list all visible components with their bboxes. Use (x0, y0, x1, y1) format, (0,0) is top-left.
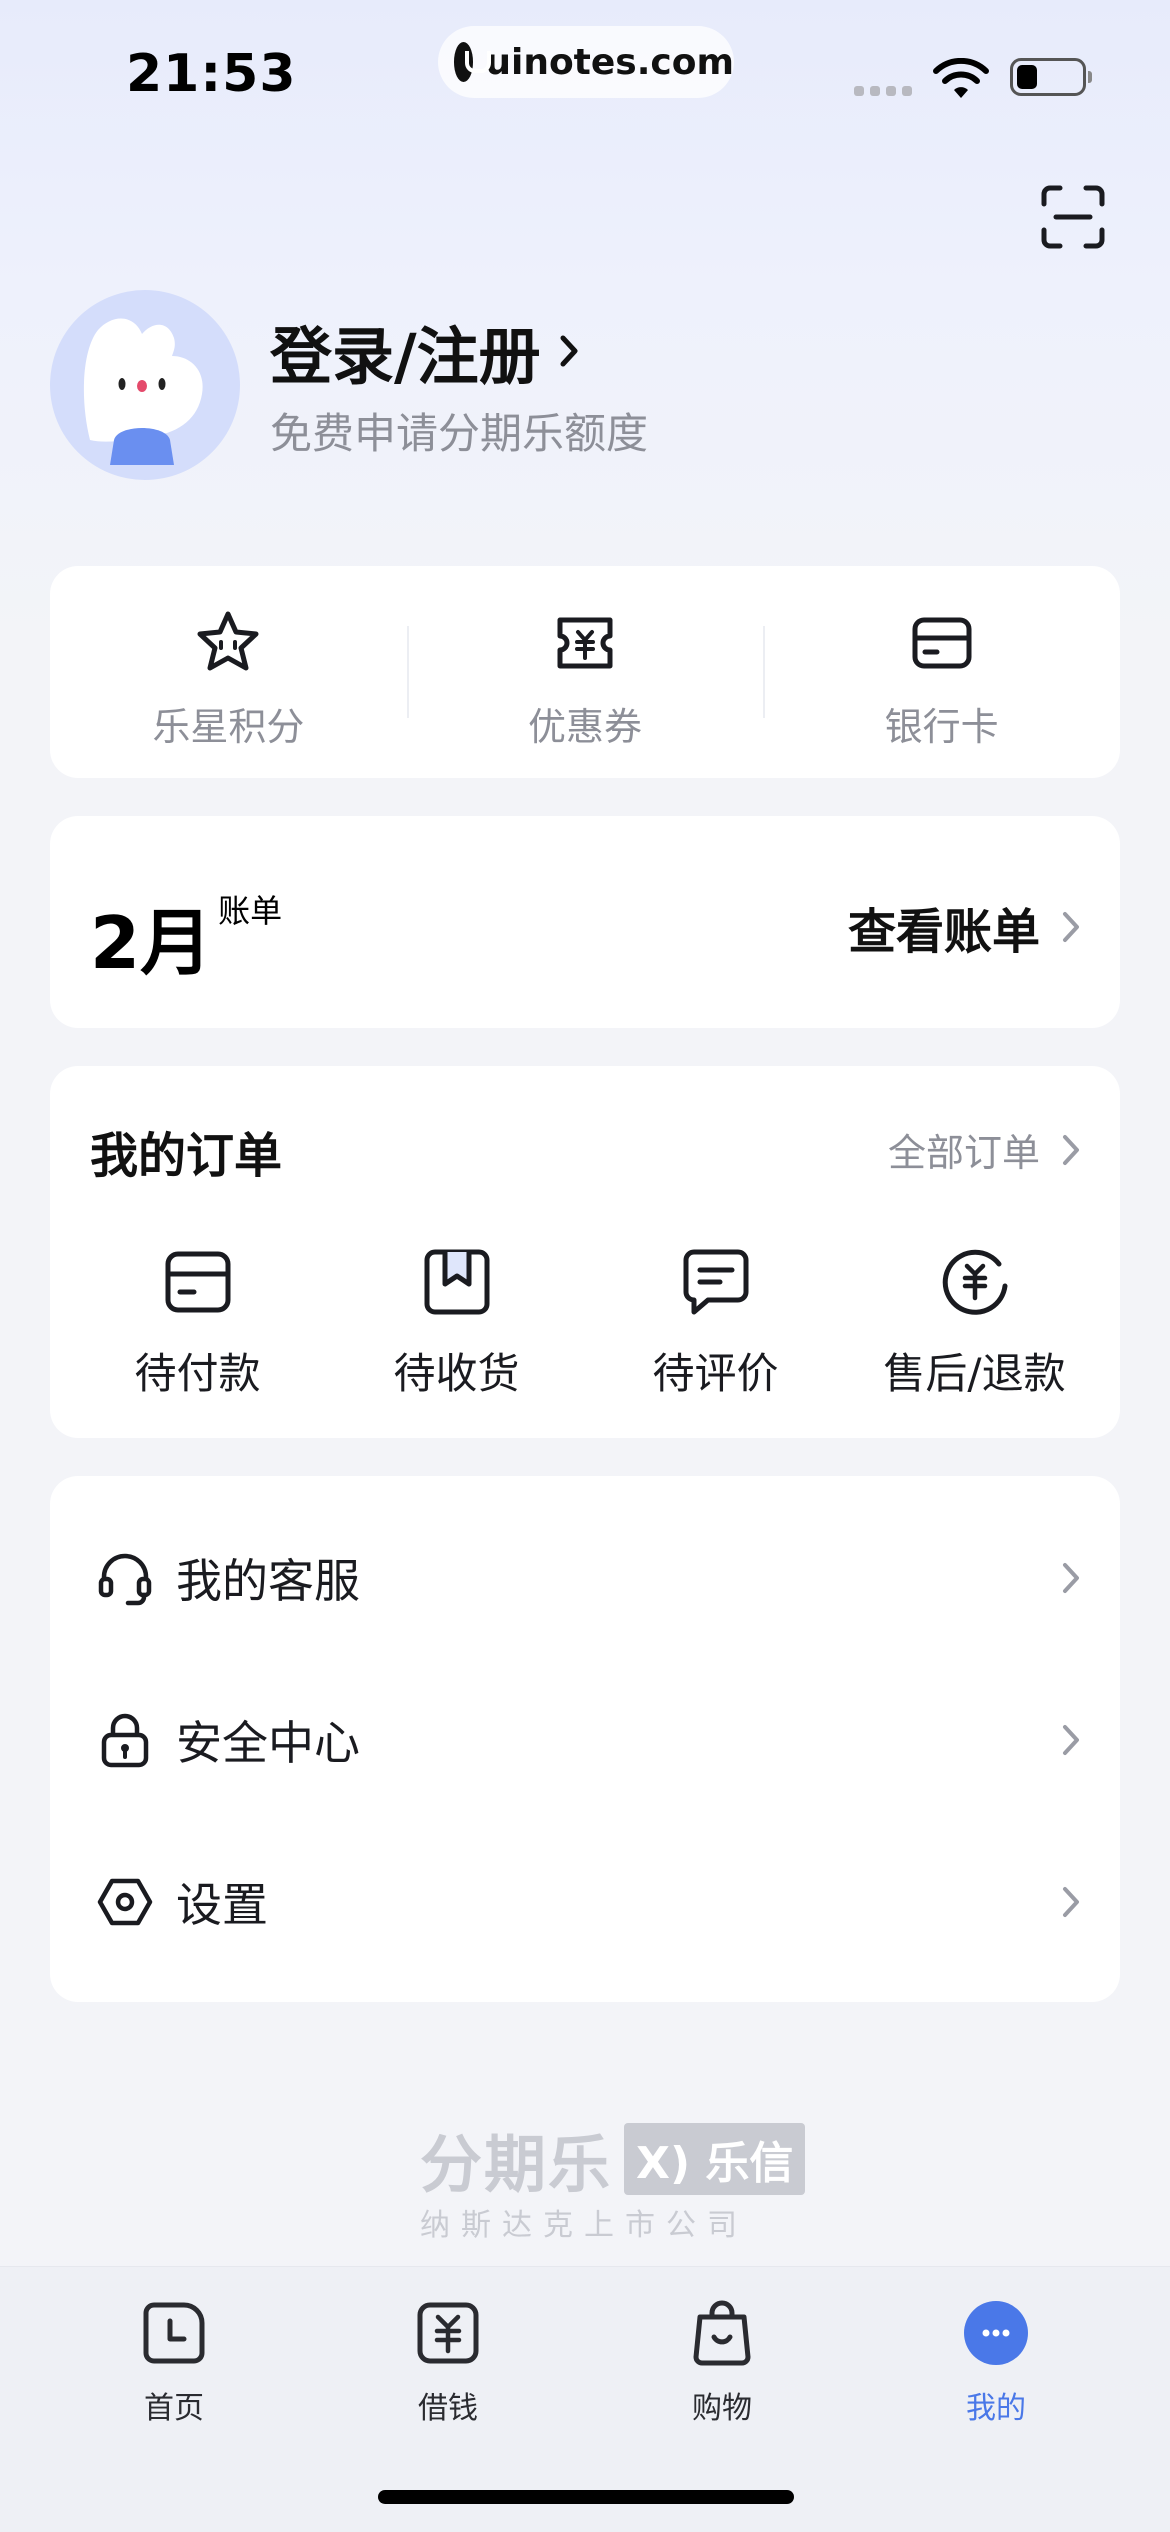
login-title: 登录/注册 (270, 320, 541, 393)
quick-label: 乐星积分 (152, 705, 305, 749)
star-face-icon (197, 611, 259, 671)
refund-icon (942, 1249, 1007, 1315)
menu-item-customer-service[interactable]: 我的客服 (50, 1518, 1120, 1638)
menu-item-settings[interactable]: 设置 (50, 1842, 1120, 1962)
wallet-icon (165, 1251, 230, 1313)
quick-item-coupons[interactable]: 优惠券 (406, 566, 764, 778)
orders-card: 我的订单 全部订单 待付款 待收货 待评价 售后/退款 (50, 1066, 1120, 1438)
shopping-bag-icon (693, 2300, 751, 2366)
login-subtitle: 免费申请分期乐额度 (270, 409, 649, 458)
tab-me[interactable]: 我的 (916, 2297, 1076, 2427)
url-text: uinotes.com (485, 41, 734, 83)
yuan-icon (417, 2302, 479, 2364)
status-time: 21:53 (126, 44, 297, 104)
bill-card[interactable]: 2月 账单 查看账单 (50, 816, 1120, 1028)
chevron-right-icon (1063, 912, 1079, 942)
quick-item-bank-card[interactable]: 银行卡 (763, 566, 1120, 778)
chevron-right-icon (1063, 1887, 1079, 1917)
order-pending-receipt[interactable]: 待收货 (327, 1244, 586, 1401)
order-label: 待评价 (652, 1349, 779, 1398)
quick-links-card: 乐星积分 优惠券 银行卡 (50, 566, 1120, 778)
chevron-right-icon (1063, 1725, 1079, 1755)
login-register-link[interactable]: 登录/注册 (270, 306, 579, 396)
me-icon (964, 2301, 1028, 2365)
wifi-icon (933, 58, 989, 98)
home-indicator[interactable] (378, 2490, 794, 2504)
brand-partner: X) 乐信 (624, 2123, 806, 2195)
menu-label: 我的客服 (176, 1554, 360, 1608)
all-orders-link[interactable]: 全部订单 (888, 1122, 1082, 1177)
order-after-sales[interactable]: 售后/退款 (845, 1244, 1104, 1401)
quick-label: 优惠券 (528, 705, 643, 749)
order-label: 待付款 (134, 1349, 261, 1398)
order-pending-review[interactable]: 待评价 (586, 1244, 845, 1401)
orders-title: 我的订单 (90, 1128, 283, 1184)
brand-partner-name: 乐信 (705, 2138, 794, 2189)
quick-label: 银行卡 (884, 705, 999, 749)
menu-label: 设置 (176, 1878, 268, 1932)
menu-label: 安全中心 (176, 1716, 360, 1770)
comment-icon (683, 1249, 748, 1315)
brand-name: 分期乐 (420, 2128, 613, 2201)
order-pending-payment[interactable]: 待付款 (68, 1244, 327, 1401)
cellular-signal-icon (854, 86, 912, 96)
order-label: 待收货 (393, 1349, 520, 1398)
tab-label: 我的 (966, 2391, 1026, 2426)
menu-card: 我的客服 安全中心 设置 (50, 1476, 1120, 2002)
url-badge: uinotes.com (438, 26, 734, 98)
headset-icon (98, 1553, 152, 1606)
brand-tagline: 纳斯达克上市公司 (420, 2208, 748, 2243)
tab-label: 购物 (692, 2391, 752, 2426)
status-bar: 21:53 uinotes.com (0, 0, 1170, 150)
tab-home[interactable]: 首页 (94, 2297, 254, 2427)
tab-borrow[interactable]: 借钱 (368, 2297, 528, 2427)
scan-icon[interactable] (1040, 184, 1106, 250)
menu-item-security-center[interactable]: 安全中心 (50, 1680, 1120, 1800)
tab-label: 首页 (144, 2391, 204, 2426)
order-status-row: 待付款 待收货 待评价 售后/退款 (50, 1244, 1120, 1401)
tab-shopping[interactable]: 购物 (642, 2297, 802, 2427)
package-icon (424, 1249, 489, 1315)
uinotes-logo-icon (454, 42, 492, 82)
bill-month-value: 2月 (90, 901, 213, 985)
chevron-right-icon (1063, 1134, 1079, 1165)
quick-item-points[interactable]: 乐星积分 (50, 566, 407, 778)
view-bill-link[interactable]: 查看账单 (848, 892, 1082, 962)
bill-month: 2月 账单 (90, 884, 282, 989)
view-bill-label: 查看账单 (847, 904, 1040, 960)
chevron-right-icon (560, 335, 578, 367)
all-orders-label: 全部订单 (887, 1131, 1040, 1175)
mascot-avatar-icon (83, 318, 203, 465)
hexagon-settings-icon (97, 1878, 153, 1926)
avatar[interactable] (50, 290, 240, 480)
coupon-icon (557, 617, 613, 669)
tab-label: 借钱 (418, 2391, 478, 2426)
battery-icon (1010, 58, 1092, 96)
order-label: 售后/退款 (883, 1349, 1066, 1398)
bill-month-suffix: 账单 (218, 892, 283, 930)
clock-home-icon (143, 2302, 205, 2364)
lock-icon (101, 1713, 149, 1768)
chevron-right-icon (1063, 1563, 1079, 1593)
bank-card-icon (912, 617, 972, 669)
brand-logo: 分期乐 X) 乐信 (420, 2114, 806, 2204)
